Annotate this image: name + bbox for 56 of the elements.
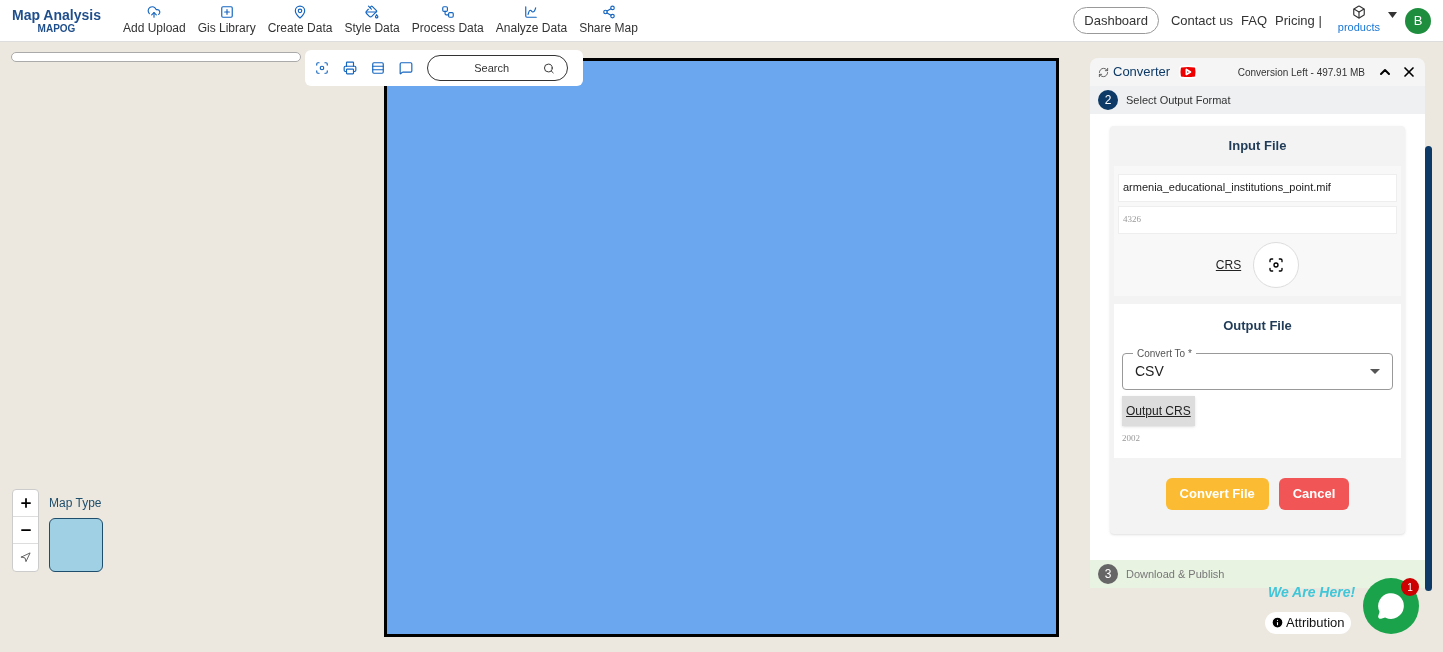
logo-subtitle: MAPOG [37,22,76,35]
nav-link[interactable]: FAQ [1241,10,1268,31]
nav-icon [293,4,308,19]
close-icon[interactable] [1401,64,1417,80]
focus-icon [1268,256,1285,273]
section-heading: Output File [1222,316,1293,335]
crs-button[interactable]: CRS [1215,255,1242,274]
plus-icon [18,496,33,510]
search-icon[interactable] [543,61,555,75]
nav-icon [147,4,162,19]
attribution-button[interactable]: Attribution [1265,612,1351,634]
step-header[interactable]: 2 Select Output Format [1090,86,1425,114]
comment-icon[interactable] [399,61,413,75]
step-label: Download & Publish [1126,566,1225,582]
nav-icon [219,4,234,19]
nav-item[interactable]: Share Map [573,4,644,37]
products-button[interactable]: products [1337,5,1380,36]
info-icon [1271,616,1284,630]
nav-item[interactable]: Add Upload [116,4,192,37]
focus-icon[interactable] [315,61,329,75]
layers-icon[interactable] [371,61,385,75]
map-type-label: Map Type [49,495,102,512]
compass-icon [20,552,31,563]
file-name-field[interactable]: armenia_educational_institutions_point.mif [1118,173,1397,202]
dropdown-caret-icon [1370,369,1380,374]
step-label: Select Output Format [1126,92,1231,108]
nav-item[interactable]: Create Data [261,4,339,37]
nav-item[interactable]: Process Data [405,4,490,37]
output-crs-code: 2002 [1122,432,1141,445]
step-number: 2 [1098,90,1118,110]
section-heading: Input File [1227,137,1288,155]
print-icon[interactable] [343,61,357,75]
conversion-left: Conversion Left - 497.91 MB [1237,65,1365,80]
chat-icon [1377,592,1405,620]
nav-item[interactable]: Analyze Data [489,4,574,37]
nav-item[interactable]: Style Data [338,4,406,37]
cube-icon [1351,5,1366,20]
nav-icon [440,4,455,19]
chat-button[interactable]: 1 [1363,578,1419,634]
nav-link[interactable]: Pricing | [1275,10,1322,31]
nav-icon [524,4,539,19]
nav-link[interactable]: Contact us [1170,10,1234,31]
logo-title: Map Analysis [12,6,101,23]
notification-badge: 1 [1401,578,1419,596]
panel-title: Converter [1113,63,1171,82]
step-number: 3 [1098,564,1118,584]
nav-item[interactable]: Gis Library [191,4,262,37]
caret-icon [1388,11,1397,18]
refresh-icon [1098,66,1109,78]
video-icon[interactable] [1178,62,1199,82]
user-avatar[interactable]: B [1405,7,1431,34]
nav-icon [365,4,380,19]
nav-icon [601,4,616,19]
world-map-thumbnail[interactable] [49,518,103,572]
search-input[interactable]: Search [440,59,544,77]
output-crs-button[interactable]: Output CRS [1122,396,1195,426]
